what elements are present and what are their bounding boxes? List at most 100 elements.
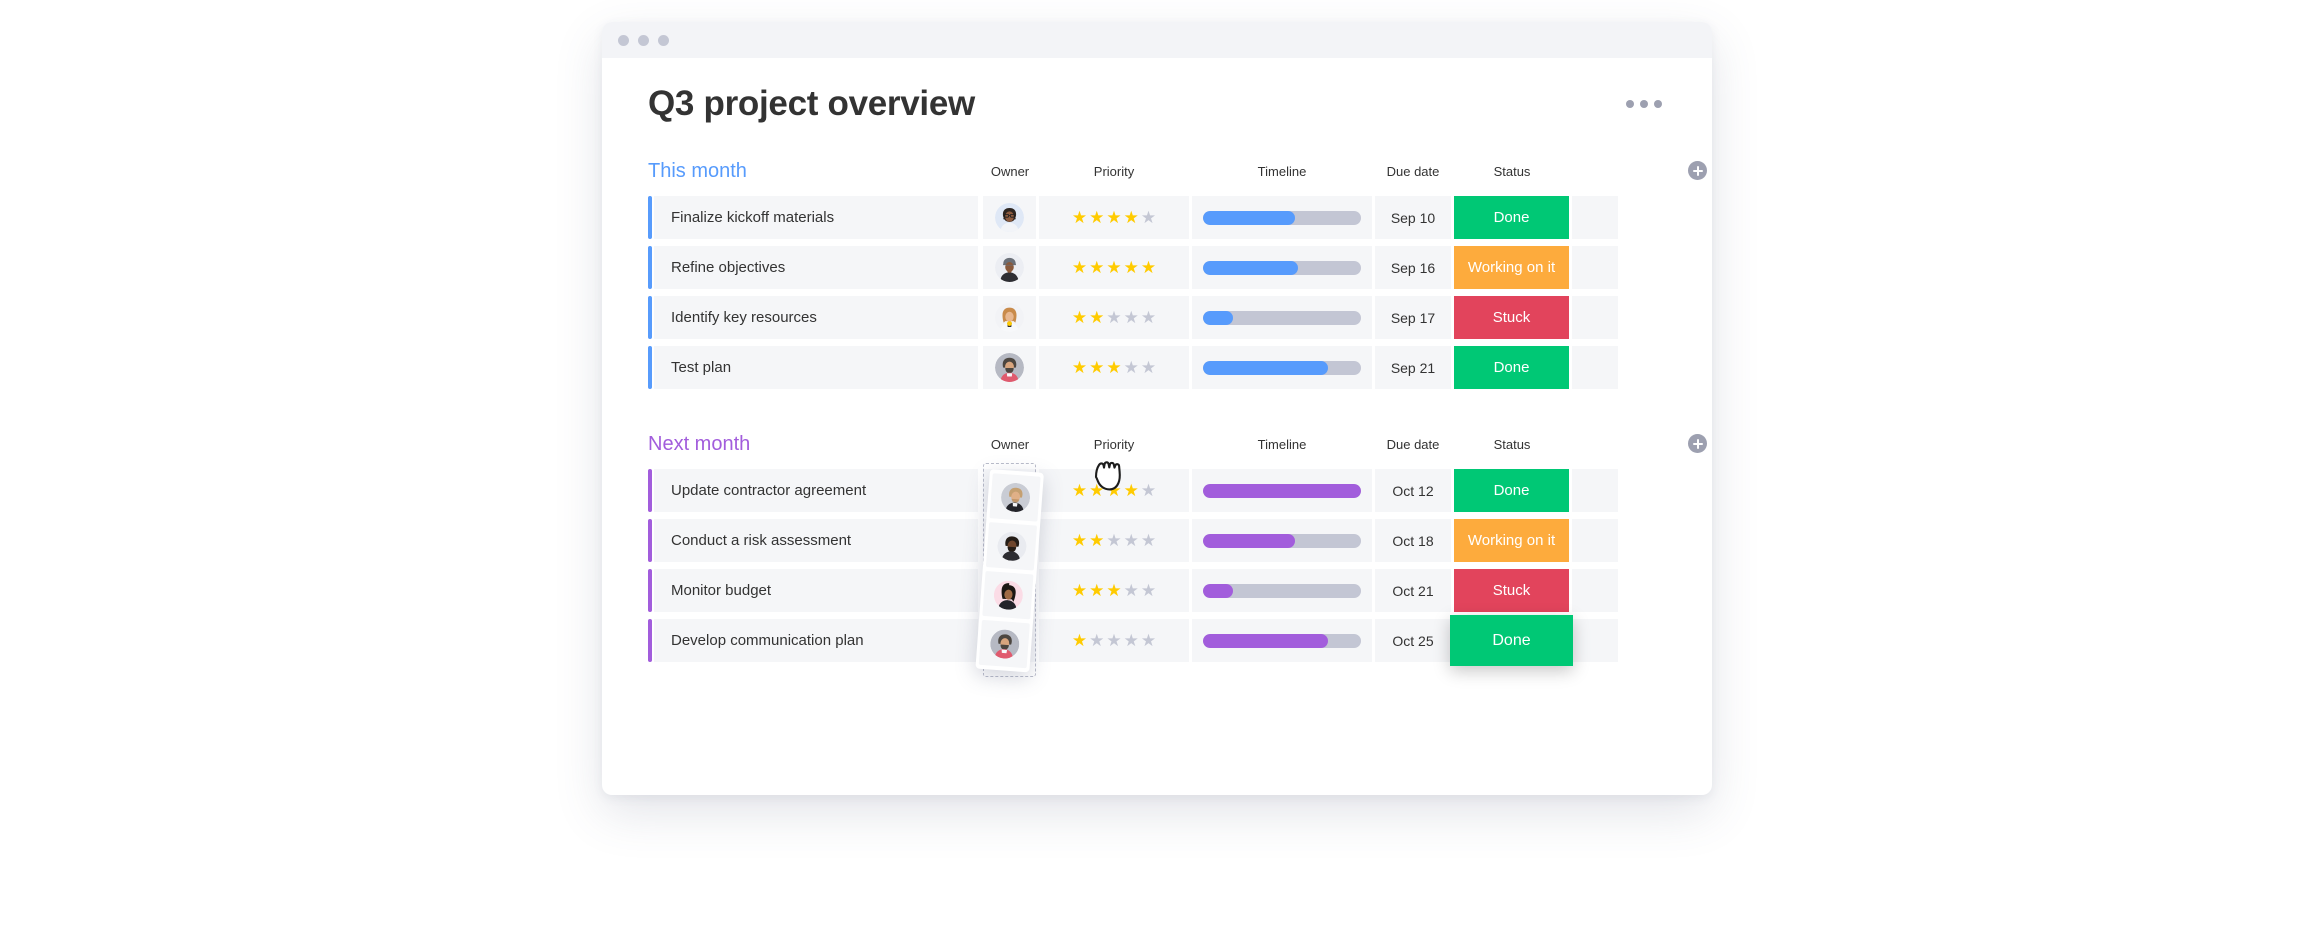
dragged-owner-cell [989,473,1041,522]
star-icon: ★ [1071,358,1088,378]
priority-stars: ★ ★ ★ ★ ★ [1072,309,1156,326]
column-header-due-date[interactable]: Due date [1387,437,1440,452]
star-icon: ★ [1123,531,1139,551]
traffic-light-close-icon[interactable] [618,34,629,46]
row-due-date[interactable]: Oct 18 [1375,519,1451,563]
row-name[interactable]: Update contractor agreement [654,469,978,513]
row-due-date[interactable]: Oct 21 [1375,569,1451,613]
row-priority-cell[interactable]: ★ ★ ★ ★ ★ [1039,196,1189,240]
timeline-bar [1203,533,1361,548]
more-options-button[interactable] [1626,84,1666,108]
status-badge[interactable]: Working on it [1454,246,1569,290]
column-header-priority[interactable]: Priority [1094,437,1134,452]
row-priority-cell[interactable]: ★ ★ ★ ★ ★ [1039,246,1189,290]
timeline-bar-fill [1203,360,1328,375]
row-timeline-cell[interactable] [1192,569,1372,613]
row-owner-cell[interactable] [983,246,1036,290]
row-timeline-cell[interactable] [1192,196,1372,240]
star-icon: ★ [1071,481,1088,501]
row-due-date[interactable]: Sep 10 [1375,196,1451,240]
star-icon: ★ [1140,631,1157,651]
column-header-priority[interactable]: Priority [1094,164,1134,179]
row-accent [648,346,652,390]
status-badge[interactable]: Stuck [1454,296,1569,340]
status-badge[interactable]: Done [1454,469,1569,513]
column-header-owner[interactable]: Owner [991,164,1029,179]
page-header: Q3 project overview [648,84,1666,124]
avatar-man-beard-dark-icon [996,531,1027,562]
table-row[interactable]: Test plan ★ ★ ★ ★ ★ Sep 21 Done [648,346,1666,390]
row-name[interactable]: Test plan [654,346,978,390]
column-header-owner[interactable]: Owner [991,437,1029,452]
add-column-button[interactable] [1688,161,1707,181]
row-spacer-cell [1572,519,1618,563]
row-owner-cell[interactable] [983,346,1036,390]
priority-stars: ★ ★ ★ ★ ★ [1072,632,1156,649]
row-name[interactable]: Identify key resources [654,296,978,340]
traffic-light-maximize-icon[interactable] [658,34,669,46]
status-badge[interactable]: Stuck [1454,569,1569,613]
row-accent [648,469,652,513]
status-badge[interactable]: Done [1454,196,1569,240]
board-content: Q3 project overview This month Owner Pri… [602,58,1712,795]
star-icon: ★ [1140,258,1157,278]
table-row[interactable]: Monitor budget ★ ★ ★ ★ ★ Oct 21 Stuck [648,569,1666,613]
row-due-date[interactable]: Oct 25 [1375,619,1451,663]
row-due-date[interactable]: Sep 17 [1375,296,1451,340]
row-name[interactable]: Monitor budget [654,569,978,613]
row-timeline-cell[interactable] [1192,619,1372,663]
add-column-button[interactable] [1688,434,1707,454]
group-rows: Update contractor agreement ★ ★ ★ ★ ★ Oc… [648,461,1666,678]
traffic-light-minimize-icon[interactable] [638,34,649,46]
row-priority-cell[interactable]: ★ ★ ★ ★ ★ [1039,619,1189,663]
star-icon: ★ [1106,531,1122,551]
star-icon: ★ [1106,258,1122,278]
table-row[interactable]: Finalize kickoff materials ★ ★ ★ ★ ★ Sep… [648,196,1666,240]
row-due-date[interactable]: Sep 16 [1375,246,1451,290]
row-priority-cell[interactable]: ★ ★ ★ ★ ★ [1039,296,1189,340]
group-title[interactable]: This month [648,160,747,183]
row-timeline-cell[interactable] [1192,346,1372,390]
star-icon: ★ [1106,308,1122,328]
row-timeline-cell[interactable] [1192,296,1372,340]
star-icon: ★ [1071,531,1088,551]
column-header-status[interactable]: Status [1494,164,1531,179]
row-name[interactable]: Refine objectives [654,246,978,290]
row-name[interactable]: Develop communication plan [654,619,978,663]
grabbing-hand-cursor-icon [1094,461,1121,491]
timeline-bar-fill [1203,210,1295,225]
row-priority-cell[interactable]: ★ ★ ★ ★ ★ [1039,346,1189,390]
table-row[interactable]: Develop communication plan ★ ★ ★ ★ ★ Oct… [648,615,1666,667]
row-timeline-cell[interactable] [1192,246,1372,290]
star-icon: ★ [1140,481,1157,501]
table-row[interactable]: Refine objectives ★ ★ ★ ★ ★ Sep 16 Worki… [648,246,1666,290]
row-owner-cell[interactable] [983,296,1036,340]
star-icon: ★ [1123,631,1139,651]
row-priority-cell[interactable]: ★ ★ ★ ★ ★ [1039,569,1189,613]
window-titlebar [602,22,1712,58]
row-priority-cell[interactable]: ★ ★ ★ ★ ★ [1039,519,1189,563]
row-name[interactable]: Finalize kickoff materials [654,196,978,240]
priority-stars: ★ ★ ★ ★ ★ [1072,359,1156,376]
star-icon: ★ [1106,581,1122,601]
table-row[interactable]: Identify key resources ★ ★ ★ ★ ★ Sep 17 … [648,296,1666,340]
table-row[interactable]: Conduct a risk assessment ★ ★ ★ ★ ★ Oct … [648,519,1666,563]
timeline-bar-fill [1203,583,1234,598]
avatar-man-blond-icon [1000,482,1031,513]
table-row[interactable]: Update contractor agreement ★ ★ ★ ★ ★ Oc… [648,469,1666,513]
column-header-timeline[interactable]: Timeline [1258,164,1307,179]
row-owner-cell[interactable] [983,196,1036,240]
row-due-date[interactable]: Sep 21 [1375,346,1451,390]
row-name[interactable]: Conduct a risk assessment [654,519,978,563]
status-badge[interactable]: Done [1454,346,1569,390]
column-header-status[interactable]: Status [1494,437,1531,452]
column-header-timeline[interactable]: Timeline [1258,437,1307,452]
group-title[interactable]: Next month [648,433,750,456]
row-timeline-cell[interactable] [1192,519,1372,563]
column-header-due-date[interactable]: Due date [1387,164,1440,179]
row-due-date[interactable]: Oct 12 [1375,469,1451,513]
status-badge[interactable]: Working on it [1454,519,1569,563]
priority-stars: ★ ★ ★ ★ ★ [1072,259,1156,276]
status-badge-highlighted[interactable]: Done [1450,615,1573,667]
row-timeline-cell[interactable] [1192,469,1372,513]
